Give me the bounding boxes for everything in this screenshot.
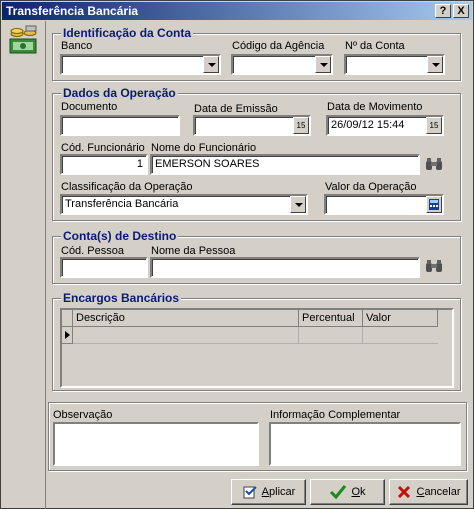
nome-funcionario-field[interactable]: EMERSON SOARES [150,154,420,175]
agencia-select[interactable] [231,54,333,75]
ok-label: Ok [351,486,365,498]
apply-icon [243,486,257,499]
table-row[interactable] [73,327,438,344]
info-complementar-label: Informação Complementar [270,409,401,421]
documento-field[interactable] [60,115,180,136]
data-movimento-field[interactable]: 26/09/12 15:44 15 [326,115,444,136]
aplicar-label: Aplicar [262,486,296,498]
close-button[interactable]: X [453,4,469,18]
classificacao-value: Transferência Bancária [65,198,179,210]
cell-divider [362,327,363,343]
banco-select[interactable] [60,54,221,75]
chevron-down-icon[interactable] [427,56,443,73]
cancelar-button[interactable]: Cancelar [389,479,468,505]
cell-divider [298,327,299,343]
cancelar-label: Cancelar [416,486,460,498]
group-title-operacao: Dados da Operação [61,86,178,100]
calculator-icon[interactable] [426,196,442,213]
help-button[interactable]: ? [435,4,451,18]
grid-corner [62,310,73,327]
aplicar-button[interactable]: Aplicar [231,479,306,505]
group-title-conta: Identificação da Conta [61,26,194,40]
calendar-icon-text: 15 [429,121,439,130]
data-movimento-value: 26/09/12 15:44 [331,119,405,131]
ok-button[interactable]: Ok [310,479,385,505]
bank-transfer-icon [9,25,37,54]
observacao-textarea[interactable] [53,422,259,466]
chevron-down-icon[interactable] [315,56,331,73]
cancel-x-icon [398,485,411,499]
encargos-grid[interactable]: Descrição Percentual Valor [60,308,454,388]
numero-conta-select[interactable] [344,54,445,75]
calendar-icon-text: 15 [296,121,306,130]
group-title-destino: Conta(s) de Destino [61,229,179,243]
ok-accel: O [351,486,361,498]
nome-funcionario-label: Nome do Funcionário [151,142,257,154]
cod-pessoa-field[interactable] [60,257,148,278]
ok-rest: k [360,486,366,498]
aplicar-accel: A [261,486,270,498]
numero-conta-label: Nº da Conta [345,40,405,52]
search-binoculars-icon[interactable] [425,157,443,171]
cod-funcionario-label: Cód. Funcionário [61,142,145,154]
cod-pessoa-label: Cód. Pessoa [61,245,124,257]
calendar-icon[interactable]: 15 [426,117,442,134]
nome-pessoa-label: Nome da Pessoa [151,245,236,257]
row-indicator [62,327,73,344]
window-title: Transferência Bancária [6,4,139,18]
data-movimento-label: Data de Movimento [327,101,423,113]
aplicar-rest: plicar [269,486,296,498]
classificacao-select[interactable]: Transferência Bancária [60,194,308,215]
calendar-icon[interactable]: 15 [293,117,309,134]
cancelar-rest: ancelar [424,486,461,498]
column-header-valor[interactable]: Valor [363,310,438,327]
agencia-label: Código da Agência [232,40,325,52]
left-panel [2,21,46,509]
group-title-encargos: Encargos Bancários [61,291,182,305]
title-bar[interactable]: Transferência Bancária ? X [2,2,472,20]
documento-label: Documento [61,101,118,113]
column-header-descricao[interactable]: Descrição [73,310,299,327]
data-emissao-field[interactable]: 15 [193,115,311,136]
dialog-window: Transferência Bancária ? X Identificação… [0,0,474,509]
search-binoculars-icon[interactable] [425,259,443,273]
classificacao-label: Classificação da Operação [61,181,193,193]
row-pointer-icon [65,331,70,339]
valor-operacao-label: Valor da Operação [325,181,417,193]
chevron-down-icon[interactable] [203,56,219,73]
column-header-percentual[interactable]: Percentual [299,310,363,327]
chevron-down-icon[interactable] [290,196,306,213]
check-icon [330,485,347,500]
cod-funcionario-field[interactable]: 1 [60,154,148,175]
valor-operacao-field[interactable] [324,194,444,215]
observacao-label: Observação [53,409,113,421]
banco-label: Banco [61,40,93,52]
calculator-glyph [429,199,439,210]
nome-pessoa-field[interactable] [150,257,420,278]
info-complementar-textarea[interactable] [269,422,461,466]
data-emissao-label: Data de Emissão [194,103,278,115]
